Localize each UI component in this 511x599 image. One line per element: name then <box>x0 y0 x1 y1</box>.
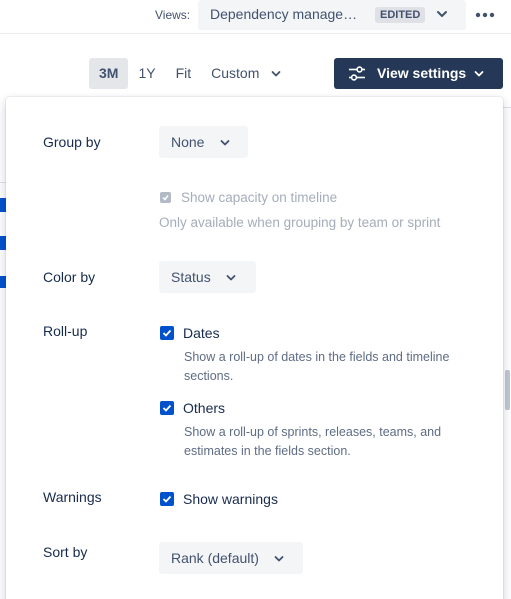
dates-helper-line1: Show a roll-up of dates in the fields an… <box>184 350 450 364</box>
sort-by-label: Sort by <box>43 544 88 560</box>
others-checkbox[interactable] <box>160 401 174 415</box>
check-icon <box>162 195 169 201</box>
view-settings-label: View settings <box>377 65 467 81</box>
dates-checkbox-label: Dates <box>183 325 220 341</box>
color-by-label: Color by <box>43 269 96 285</box>
more-horizontal-icon[interactable] <box>472 6 498 24</box>
background-divider <box>503 107 511 108</box>
others-checkbox-label: Others <box>183 400 226 416</box>
capacity-helper-text: Only available when grouping by team or … <box>159 215 441 230</box>
group-by-label: Group by <box>43 134 101 150</box>
sort-by-dropdown[interactable]: Rank (default) <box>159 542 303 574</box>
sort-by-value: Rank (default) <box>171 550 259 566</box>
check-icon <box>162 404 172 412</box>
chevron-down-icon <box>271 71 281 77</box>
group-by-dropdown[interactable]: None <box>159 126 248 158</box>
others-helper-line1: Show a roll-up of sprints, releases, tea… <box>184 425 442 439</box>
range-custom-button[interactable]: Custom <box>201 58 291 89</box>
chevron-down-icon <box>220 140 230 146</box>
check-icon <box>162 495 172 503</box>
capacity-checkbox-label: Show capacity on timeline <box>181 190 338 205</box>
chevron-down-icon <box>474 71 484 77</box>
view-settings-panel: Group by None Show capacity on timeline … <box>6 97 503 599</box>
color-by-value: Status <box>171 269 211 285</box>
timeline-range-group: 3M 1Y Fit Custom <box>89 58 291 89</box>
range-custom-label: Custom <box>211 65 260 81</box>
sliders-icon <box>349 66 365 81</box>
warnings-label: Warnings <box>43 489 102 505</box>
edited-badge: EDITED <box>375 7 426 23</box>
check-icon <box>162 329 172 337</box>
others-helper-line2: estimates in the fields section. <box>184 444 351 458</box>
background-scrollbar <box>505 370 510 410</box>
range-3m-button[interactable]: 3M <box>89 58 129 89</box>
group-by-value: None <box>171 134 205 150</box>
show-warnings-checkbox[interactable] <box>160 492 174 506</box>
capacity-checkbox[interactable] <box>160 192 171 203</box>
view-settings-button[interactable]: View settings <box>334 58 503 89</box>
chevron-down-icon <box>274 556 284 562</box>
chevron-down-icon <box>437 11 447 17</box>
show-warnings-label: Show warnings <box>183 491 278 507</box>
dates-checkbox[interactable] <box>160 326 174 340</box>
range-1y-button[interactable]: 1Y <box>128 58 165 89</box>
roll-up-label: Roll-up <box>43 323 88 339</box>
top-bar: Views: Dependency manage… EDITED <box>0 0 511 34</box>
dates-helper-line2: sections. <box>184 369 234 383</box>
color-by-dropdown[interactable]: Status <box>159 261 256 293</box>
view-name: Dependency manage… <box>210 6 358 22</box>
chevron-down-icon <box>226 275 236 281</box>
range-fit-button[interactable]: Fit <box>166 58 202 89</box>
views-label: Views: <box>155 8 191 22</box>
views-dropdown[interactable]: Dependency manage… EDITED <box>198 0 466 30</box>
